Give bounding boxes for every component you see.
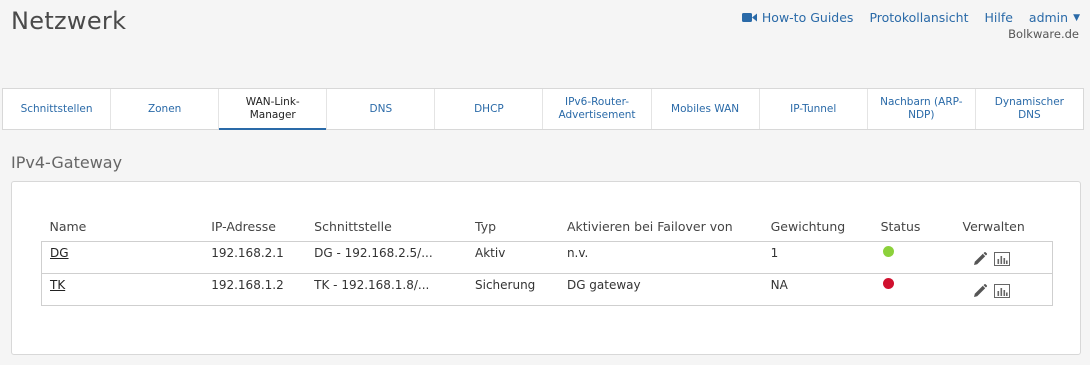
col-header-weight: Gewichtung	[770, 219, 846, 235]
bar-chart-icon[interactable]	[994, 251, 1011, 266]
manage-actions	[962, 278, 1044, 299]
tab-dns[interactable]: DNS	[327, 89, 436, 129]
col-header-failover: Aktivieren bei Failover von	[566, 219, 733, 235]
table-row: DG 192.168.2.1 DG - 192.168.2.5/... Akti…	[41, 241, 1053, 273]
col-header-ip: IP-Adresse	[211, 219, 276, 235]
edit-pencil-icon[interactable]	[972, 283, 988, 299]
tab-bar: Schnittstellen Zonen WAN-Link-Manager DN…	[2, 88, 1084, 130]
tab-zones[interactable]: Zonen	[111, 89, 220, 129]
tab-ip-tunnel[interactable]: IP-Tunnel	[760, 89, 868, 129]
user-menu-label: admin	[1028, 10, 1069, 25]
howto-guides-label: How-to Guides	[761, 10, 854, 25]
gateway-weight: NA	[770, 277, 788, 292]
tab-ipv6-router-advertisement[interactable]: IPv6-Router-Advertisement	[543, 89, 652, 129]
tab-mobile-wan[interactable]: Mobiles WAN	[652, 89, 760, 129]
caret-down-icon: ▼	[1073, 12, 1080, 23]
gateway-type: Aktiv	[475, 245, 506, 260]
table-row: TK 192.168.1.2 TK - 192.168.1.8/... Sich…	[41, 273, 1053, 305]
status-indicator	[882, 277, 894, 289]
gateway-weight: 1	[770, 245, 779, 260]
video-camera-icon	[741, 12, 757, 23]
tab-wan-link-manager[interactable]: WAN-Link-Manager	[219, 89, 328, 130]
col-header-manage: Verwalten	[962, 219, 1025, 235]
table-header-row: Name IP-Adresse Schnittstelle Typ Aktivi…	[42, 215, 1053, 241]
log-viewer-link[interactable]: Protokollansicht	[869, 10, 968, 25]
section-title: IPv4-Gateway	[11, 153, 123, 172]
manage-actions	[962, 246, 1044, 267]
gateway-interface: DG - 192.168.2.5/...	[314, 245, 433, 260]
col-header-interface: Schnittstelle	[314, 219, 392, 235]
col-header-type: Typ	[475, 219, 497, 235]
col-header-status: Status	[880, 219, 921, 235]
gateway-failover: n.v.	[566, 245, 589, 260]
col-header-name: Name	[49, 219, 87, 235]
page-title: Netzwerk	[11, 7, 127, 35]
bar-chart-icon[interactable]	[994, 283, 1011, 298]
gateway-table: Name IP-Adresse Schnittstelle Typ Aktivi…	[41, 215, 1053, 306]
gateway-name-link[interactable]: TK	[50, 278, 65, 292]
help-link[interactable]: Hilfe	[984, 10, 1012, 25]
gateway-name-link[interactable]: DG	[50, 246, 69, 260]
tab-dhcp[interactable]: DHCP	[435, 89, 544, 129]
status-indicator	[882, 245, 894, 257]
top-navigation: How-to Guides Protokollansicht Hilfe adm…	[726, 10, 1080, 25]
gateway-failover: DG gateway	[566, 277, 641, 292]
gateway-ip: 192.168.1.2	[211, 277, 284, 292]
tab-dynamic-dns[interactable]: Dynamischer DNS	[976, 89, 1083, 129]
tab-neighbors[interactable]: Nachbarn (ARP-NDP)	[868, 89, 976, 129]
gateway-ip: 192.168.2.1	[211, 245, 284, 260]
gateway-panel: Name IP-Adresse Schnittstelle Typ Aktivi…	[11, 181, 1081, 355]
gateway-type: Sicherung	[475, 277, 536, 292]
hostname: Bolkware.de	[1008, 27, 1079, 41]
edit-pencil-icon[interactable]	[972, 251, 988, 267]
user-menu[interactable]: admin ▼	[1029, 10, 1080, 25]
howto-guides-link[interactable]: How-to Guides	[741, 10, 854, 25]
tab-interfaces[interactable]: Schnittstellen	[3, 89, 112, 129]
gateway-interface: TK - 192.168.1.8/...	[314, 277, 430, 292]
